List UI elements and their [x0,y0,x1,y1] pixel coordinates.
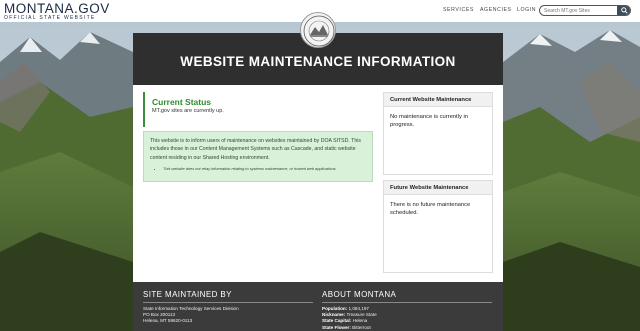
montana-gov-logo[interactable]: MONTANA.GOV OFFICIAL STATE WEBSITE [4,2,110,21]
logo-title: MONTANA.GOV [4,1,110,16]
current-status-heading: Current Status [152,97,212,107]
search-box [539,5,631,16]
current-status-callout: Current Status MT.gov sites are currentl… [143,92,373,127]
info-alert-box: This website is to inform users of maint… [143,131,373,182]
search-button[interactable] [617,6,630,15]
main-content-panel: Current Status MT.gov sites are currentl… [133,85,503,282]
about-fact-value: 1,084,197 [348,306,369,311]
info-note: This website does not relay information … [163,166,367,171]
about-fact: State Flower: Bitterroot [322,325,492,331]
about-montana-heading: ABOUT MONTANA [322,290,492,303]
future-maintenance-heading: Future Website Maintenance [384,181,492,195]
nav-agencies-link[interactable]: AGENCIES [480,7,512,13]
about-fact-value: Bitterroot [352,324,371,330]
current-maintenance-card: Current Website Maintenance No maintenan… [383,92,493,175]
site-footer: SITE MAINTAINED BY State Information Tec… [133,282,503,331]
future-maintenance-card: Future Website Maintenance There is no f… [383,180,493,273]
about-fact-label: Nickname: [322,312,346,318]
future-maintenance-text: There is no future maintenance scheduled… [390,202,471,217]
site-maintained-by-section: SITE MAINTAINED BY State Information Tec… [143,290,313,325]
about-fact-label: State Flower: [322,324,351,330]
footer-address-line: Helena, MT 59620-0113 [143,318,193,324]
search-input[interactable] [540,7,616,14]
nav-login-link[interactable]: LOGIN [517,7,536,13]
about-montana-section: ABOUT MONTANA Population: 1,084,197 Nick… [322,290,492,331]
about-fact-label: Population: [322,306,348,311]
current-status-text: MT.gov sites are currently up. [152,108,224,114]
page-title: WEBSITE MAINTENANCE INFORMATION [180,53,456,69]
about-fact-value: Treasure State [346,312,377,318]
search-icon [620,7,628,14]
info-text: This website is to inform users of maint… [150,138,361,161]
about-fact-value: Helena [352,318,368,324]
about-fact-label: State Capital: [322,318,352,324]
nav-services-link[interactable]: SERVICES [443,7,474,13]
current-maintenance-text: No maintenance is currently in progress. [390,114,468,129]
logo-subtitle: OFFICIAL STATE WEBSITE [4,15,96,21]
current-maintenance-heading: Current Website Maintenance [384,93,492,107]
site-maintained-heading: SITE MAINTAINED BY [143,290,313,303]
state-seal-icon [300,12,336,48]
